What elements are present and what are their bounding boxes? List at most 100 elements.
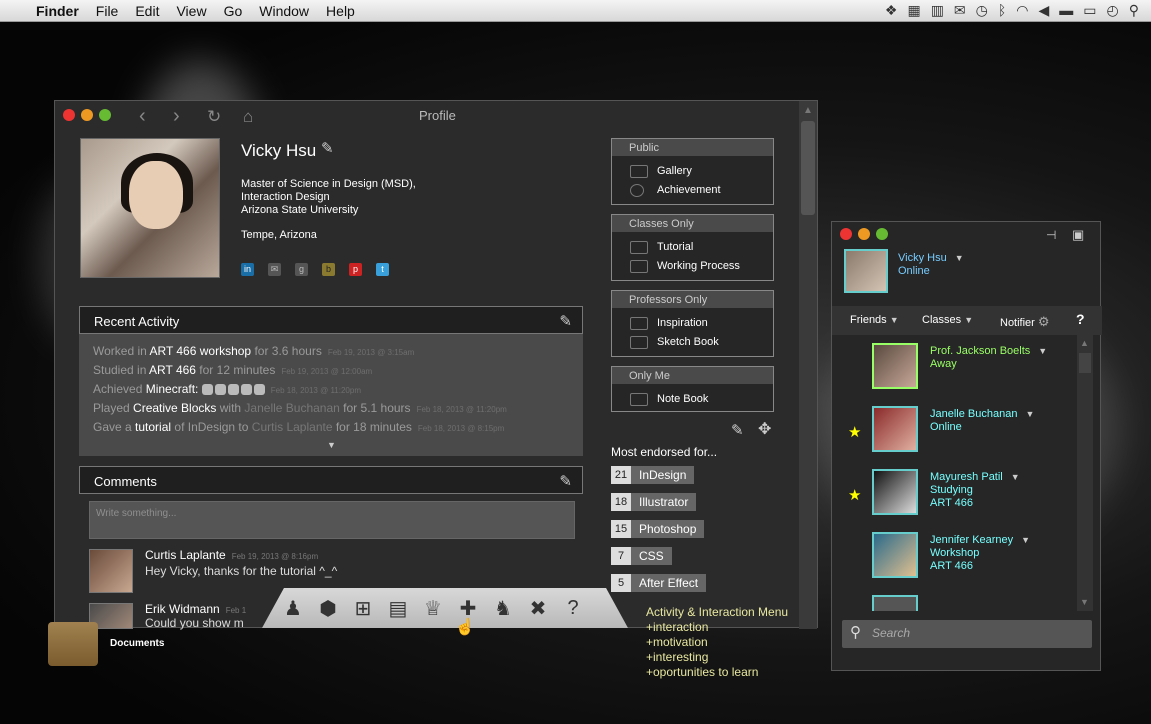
endorsed-skill[interactable]: 18 Illustrator <box>611 493 697 511</box>
close-icon[interactable] <box>840 228 852 240</box>
tools-icon[interactable]: ✖ <box>527 596 549 621</box>
edit-activity-icon[interactable]: ✎ <box>559 312 572 330</box>
move-icon[interactable]: ✥ <box>758 419 771 439</box>
star-icon[interactable]: ★ <box>848 486 861 504</box>
dropbox-icon[interactable]: ❖ <box>885 2 898 19</box>
activity-item: Worked in ART 466 workshop for 3.6 hours… <box>93 344 415 358</box>
minimize-icon[interactable] <box>858 228 870 240</box>
mail-icon[interactable]: ✉ <box>954 2 966 19</box>
wifi-icon[interactable]: ◠ <box>1016 2 1028 19</box>
documents-label[interactable]: Documents <box>110 638 164 649</box>
menu-file[interactable]: File <box>96 3 119 19</box>
googleplus-icon[interactable]: g <box>295 263 308 276</box>
scroll-down-icon[interactable]: ▼ <box>1080 597 1089 607</box>
comment-input[interactable]: Write something... <box>89 501 575 539</box>
fullscreen-icon[interactable]: ▣ <box>1072 227 1084 243</box>
twitter-icon[interactable]: t <box>376 263 389 276</box>
forward-icon[interactable]: › <box>173 105 180 128</box>
scroll-up-icon[interactable]: ▲ <box>803 105 813 116</box>
grid-icon[interactable]: ▥ <box>931 2 944 19</box>
friends-scrollbar[interactable]: ▲ ▼ <box>1077 335 1093 611</box>
expand-activity-icon[interactable]: ▼ <box>327 440 336 450</box>
menu-go[interactable]: Go <box>224 3 243 19</box>
menu-edit[interactable]: Edit <box>135 3 159 19</box>
help-icon[interactable]: ? <box>1076 311 1085 327</box>
my-status[interactable]: Vicky Hsu ▼ Online <box>898 252 964 278</box>
pinterest-icon[interactable]: p <box>349 263 362 276</box>
tutorial-link[interactable]: Tutorial <box>612 238 773 257</box>
edit-comments-icon[interactable]: ✎ <box>559 472 572 490</box>
flag-icon[interactable]: ▬ <box>1059 2 1073 19</box>
trophy-icon[interactable]: ♕ <box>422 596 444 621</box>
scrollbar-thumb[interactable] <box>801 121 815 215</box>
scrollbar[interactable]: ▲ <box>799 101 817 629</box>
note-book-link[interactable]: Note Book <box>612 390 773 409</box>
tab-classes[interactable]: Classes ▼ <box>922 314 973 326</box>
clock-icon[interactable]: ◴ <box>1107 2 1119 19</box>
clipboard-icon[interactable]: ▤ <box>387 596 409 621</box>
battery-icon[interactable]: ▭ <box>1083 2 1096 19</box>
menu-view[interactable]: View <box>176 3 206 19</box>
list-item[interactable] <box>832 587 1077 611</box>
list-item[interactable]: Prof. Jackson Boelts ▼ Away <box>832 335 1077 395</box>
gallery-icon <box>630 165 648 178</box>
status-icons: ❖ ▦ ▥ ✉ ◷ ᛒ ◠ ◀ ▬ ▭ ◴ ⚲ <box>885 2 1139 19</box>
scrollbar-thumb[interactable] <box>1079 353 1091 373</box>
group-public: Public Gallery Achievement <box>611 138 774 205</box>
endorsed-skill[interactable]: 7 CSS <box>611 547 672 565</box>
time-machine-icon[interactable]: ◷ <box>976 2 988 19</box>
menu-window[interactable]: Window <box>259 3 309 19</box>
location-icon <box>630 184 644 197</box>
endorsed-skill[interactable]: 15 Photoshop <box>611 520 705 538</box>
inspiration-link[interactable]: Inspiration <box>612 314 773 333</box>
tab-notifier[interactable]: Notifier ⚙ <box>1000 314 1050 330</box>
recent-activity-header: Recent Activity ✎ <box>79 306 583 334</box>
email-icon[interactable]: ✉ <box>268 263 281 276</box>
bluetooth-icon[interactable]: ᛒ <box>998 2 1006 19</box>
comment-author[interactable]: Erik Widmann Feb 1 <box>145 602 246 616</box>
star-icon[interactable]: ★ <box>848 423 861 441</box>
comment-author[interactable]: Curtis Laplante Feb 19, 2013 @ 8:16pm <box>145 548 318 562</box>
list-item[interactable]: ★ Janelle Buchanan ▼ Online <box>832 398 1077 458</box>
scroll-up-icon[interactable]: ▲ <box>1080 338 1089 348</box>
book-icon <box>630 393 648 406</box>
people-icon[interactable]: ♞ <box>492 596 514 621</box>
home-icon[interactable]: ⌂ <box>243 107 253 127</box>
avatar[interactable] <box>844 249 888 293</box>
endorsed-skill[interactable]: 21 InDesign <box>611 466 695 484</box>
working-process-link[interactable]: Working Process <box>612 257 773 276</box>
minimize-icon[interactable] <box>81 109 93 121</box>
blogger-icon[interactable]: b <box>322 263 335 276</box>
lamp-icon <box>630 317 648 330</box>
avatar[interactable] <box>89 549 133 593</box>
edit-name-icon[interactable]: ✎ <box>321 139 334 157</box>
search-input[interactable]: ⚲ Search <box>842 620 1092 648</box>
volume-icon[interactable]: ◀ <box>1039 2 1050 19</box>
back-icon[interactable]: ‹ <box>139 105 146 128</box>
cart-icon[interactable]: ⊞ <box>352 596 374 621</box>
list-item[interactable]: Jennifer Kearney ▼ Workshop ART 466 <box>832 524 1077 584</box>
linkedin-icon[interactable]: in <box>241 263 254 276</box>
menu-help[interactable]: Help <box>326 3 355 19</box>
sketch-book-link[interactable]: Sketch Book <box>612 333 773 352</box>
gallery-link[interactable]: Gallery <box>612 162 773 181</box>
box-icon[interactable]: ⬢ <box>317 596 339 621</box>
menu-app-finder[interactable]: Finder <box>36 3 79 19</box>
achievement-link[interactable]: Achievement <box>612 181 773 200</box>
calendar-icon[interactable]: ▦ <box>907 2 920 19</box>
help-icon[interactable]: ? <box>562 597 584 620</box>
list-item[interactable]: ★ Mayuresh Patil ▼ Studying ART 466 <box>832 461 1077 521</box>
edit-groups-icon[interactable]: ✎ <box>731 421 744 439</box>
endorsed-skill[interactable]: 5 After Effect <box>611 574 707 592</box>
gear-icon: ⚙ <box>1037 314 1050 329</box>
pin-icon[interactable]: ⊣ <box>1046 228 1056 242</box>
profile-icon[interactable]: ♟ <box>282 596 304 621</box>
zoom-icon[interactable] <box>876 228 888 240</box>
tab-friends[interactable]: Friends ▼ <box>850 314 899 326</box>
spotlight-icon[interactable]: ⚲ <box>1129 2 1139 19</box>
avatar <box>872 343 918 389</box>
refresh-icon[interactable]: ↻ <box>207 107 221 127</box>
zoom-icon[interactable] <box>99 109 111 121</box>
documents-folder-icon[interactable] <box>48 622 98 666</box>
close-icon[interactable] <box>63 109 75 121</box>
